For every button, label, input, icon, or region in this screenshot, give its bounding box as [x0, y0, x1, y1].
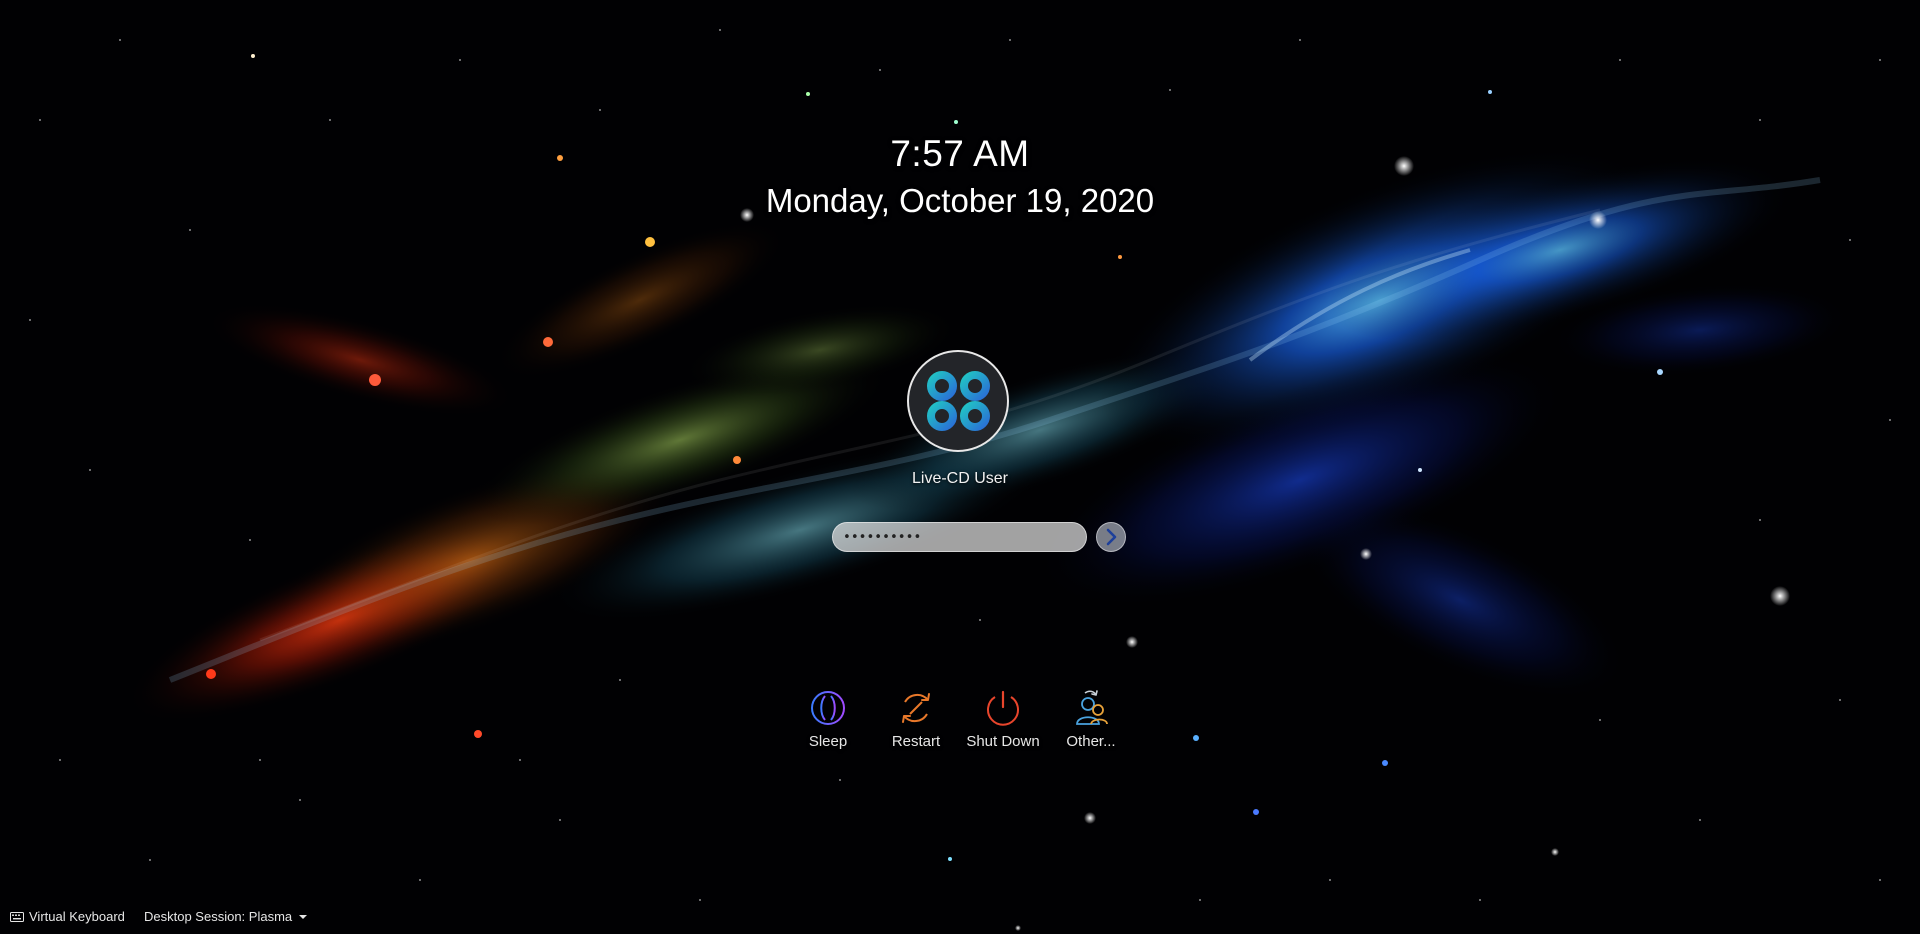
- other-user-button[interactable]: Other...: [1049, 688, 1133, 750]
- user-name: Live-CD User: [911, 470, 1008, 487]
- chevron-down-icon: [299, 914, 308, 919]
- restart-label: Restart: [891, 733, 941, 750]
- sleep-button[interactable]: Sleep: [786, 688, 870, 750]
- login-button[interactable]: [1096, 522, 1126, 552]
- shutdown-button[interactable]: Shut Down: [961, 688, 1045, 750]
- session-label: Desktop Session: Plasma: [144, 909, 293, 924]
- login-screen: 7:57 AM Monday, October 19, 2020 Live-CD…: [0, 0, 1920, 934]
- password-field[interactable]: [832, 522, 1087, 552]
- sleep-icon: [811, 691, 845, 725]
- switch-user-icon: [1076, 690, 1108, 725]
- user-avatar[interactable]: [907, 350, 1009, 452]
- clock-date: Monday, October 19, 2020: [765, 182, 1155, 219]
- sleep-label: Sleep: [808, 733, 848, 750]
- footer-bar: Virtual Keyboard Desktop Session: Plasma: [0, 900, 600, 934]
- shutdown-label: Shut Down: [966, 733, 1040, 750]
- other-label: Other...: [1066, 733, 1116, 750]
- clock-time: 7:57 AM: [890, 133, 1030, 174]
- virtual-keyboard-label: Virtual Keyboard: [29, 909, 125, 924]
- power-icon: [987, 690, 1019, 726]
- restart-button[interactable]: Restart: [874, 688, 958, 750]
- keyboard-icon: [10, 911, 24, 922]
- logo-avatar-icon: [926, 369, 990, 436]
- arrow-right-icon: [1106, 528, 1117, 546]
- restart-icon: [902, 693, 930, 723]
- session-selector[interactable]: Desktop Session: Plasma: [144, 909, 308, 924]
- virtual-keyboard-button[interactable]: Virtual Keyboard: [10, 909, 125, 924]
